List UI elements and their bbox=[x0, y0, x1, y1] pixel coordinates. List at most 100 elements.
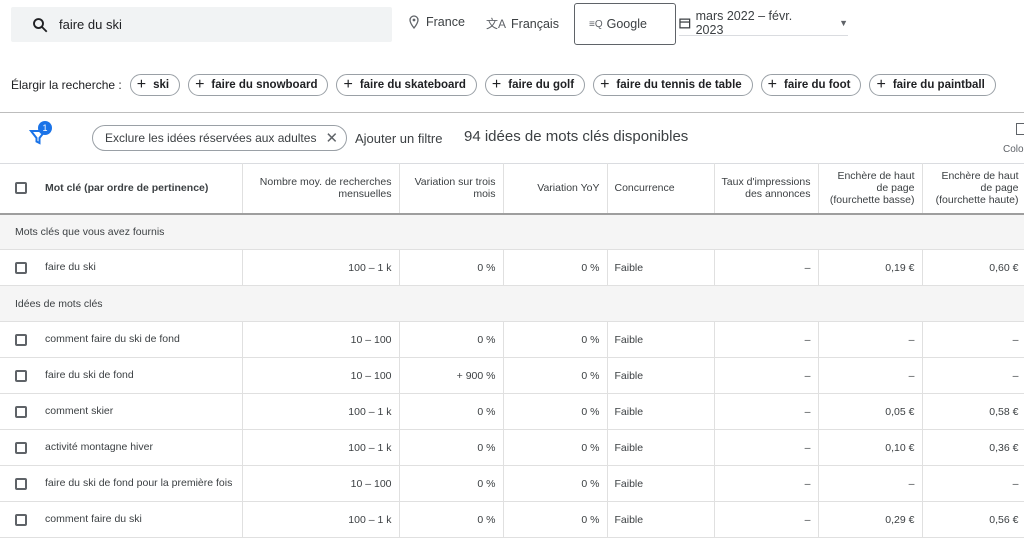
keyword-cell: comment faire du ski bbox=[45, 513, 142, 526]
yoy-change-cell: 0 % bbox=[503, 501, 608, 538]
chip-label: faire du skateboard bbox=[359, 79, 466, 91]
plus-icon: + bbox=[876, 76, 886, 93]
table-row[interactable]: activité montagne hiver 100 – 1 k0 % 0 % Fa… bbox=[0, 429, 1024, 466]
row-checkbox[interactable] bbox=[15, 333, 27, 346]
group-row: Mots clés que vous avez fournis bbox=[0, 213, 1024, 250]
yoy-change-cell: 0 % bbox=[503, 465, 608, 502]
columns-label[interactable]: Colo bbox=[1003, 144, 1024, 155]
impression-share-cell: – bbox=[714, 501, 819, 538]
refine-chip[interactable]: + ski bbox=[129, 74, 181, 96]
three-month-change-header[interactable]: Variation sur trois mois bbox=[399, 163, 504, 215]
plus-icon: + bbox=[767, 76, 778, 93]
table-row[interactable]: comment faire du ski 100 – 1 k0 % 0 % Faibl… bbox=[0, 501, 1024, 538]
search-input[interactable]: faire du ski bbox=[59, 17, 122, 32]
table-row[interactable]: faire du ski de fond 10 – 100 + 900 % 0 % Fa… bbox=[0, 357, 1024, 394]
competition-cell: Faible bbox=[607, 357, 715, 394]
bid-high-header[interactable]: Enchère de haut de page (fourchette haut… bbox=[922, 163, 1024, 215]
impression-share-cell: – bbox=[714, 321, 819, 358]
bid-high-cell: 0,36 € bbox=[922, 429, 1024, 466]
searches-header[interactable]: Nombre moy. de recherches mensuelles bbox=[242, 163, 400, 215]
competition-header[interactable]: Concurrence bbox=[607, 163, 715, 215]
competition-cell: Faible bbox=[607, 465, 715, 502]
close-icon[interactable]: ✕ bbox=[325, 129, 338, 147]
table-row[interactable]: faire du ski de fond pour la première fo… bbox=[0, 465, 1024, 502]
three-month-change-cell: 0 % bbox=[399, 429, 504, 466]
keyword-cell: faire du ski de fond pour la première fo… bbox=[45, 477, 233, 490]
yoy-change-header[interactable]: Variation YoY bbox=[503, 163, 608, 215]
refine-chip[interactable]: + faire du paintball bbox=[869, 74, 996, 96]
three-month-change-cell: + 900 % bbox=[399, 357, 504, 394]
network-selector[interactable]: ≡Q Google bbox=[574, 3, 676, 45]
refine-chip[interactable]: + faire du foot bbox=[760, 74, 862, 96]
row-checkbox[interactable] bbox=[15, 261, 27, 274]
select-all-checkbox[interactable] bbox=[15, 182, 27, 195]
competition-cell: Faible bbox=[607, 501, 715, 538]
add-filter-button[interactable]: Ajouter un filtre bbox=[355, 131, 442, 146]
searches-cell: 10 – 100 bbox=[242, 357, 400, 394]
calendar-icon bbox=[679, 18, 691, 28]
refine-bar: Élargir la recherche : + ski + faire du sn… bbox=[0, 70, 1004, 100]
impression-share-cell: – bbox=[714, 393, 819, 430]
table-header: Mot clé (par ordre de pertinence) Nombre… bbox=[0, 163, 1024, 215]
row-checkbox[interactable] bbox=[15, 477, 27, 490]
competition-cell: Faible bbox=[607, 249, 715, 286]
searches-cell: 100 – 1 k bbox=[242, 429, 400, 466]
yoy-change-cell: 0 % bbox=[503, 321, 608, 358]
searches-cell: 10 – 100 bbox=[242, 321, 400, 358]
filter-bar: 1 Exclure les idées réservées aux adulte… bbox=[0, 113, 1024, 163]
language-label: Français bbox=[511, 16, 559, 31]
ideas-count: 94 idées de mots clés disponibles bbox=[464, 128, 689, 145]
plus-icon: + bbox=[600, 76, 610, 93]
chip-label: faire du tennis de table bbox=[616, 79, 742, 91]
keyword-cell: comment faire du ski de fond bbox=[45, 333, 180, 346]
bid-low-cell: 0,19 € bbox=[818, 249, 923, 286]
impression-share-cell: – bbox=[714, 429, 819, 466]
group-label: Mots clés que vous avez fournis bbox=[0, 213, 1024, 250]
row-checkbox[interactable] bbox=[15, 405, 27, 418]
keyword-header[interactable]: Mot clé (par ordre de pertinence) bbox=[0, 163, 243, 215]
location-label: France bbox=[426, 15, 465, 29]
columns-icon[interactable] bbox=[1016, 123, 1024, 135]
date-range-selector[interactable]: mars 2022 – févr. 2023 ▼ bbox=[679, 8, 848, 37]
keyword-cell: faire du ski de fond bbox=[45, 369, 134, 382]
table-row[interactable]: comment faire du ski de fond 10 – 100 0 % 0… bbox=[0, 321, 1024, 358]
language-selector[interactable]: 文A Français bbox=[486, 15, 559, 32]
network-icon: ≡Q bbox=[589, 18, 603, 30]
refine-label: Élargir la recherche : bbox=[11, 78, 122, 92]
keyword-cell: comment skier bbox=[45, 405, 114, 418]
row-checkbox[interactable] bbox=[15, 513, 27, 526]
adult-filter-chip[interactable]: Exclure les idées réservées aux adultes … bbox=[92, 125, 348, 151]
bid-low-cell: – bbox=[818, 321, 923, 358]
impression-share-cell: – bbox=[714, 357, 819, 394]
row-checkbox[interactable] bbox=[15, 369, 27, 382]
refine-chip[interactable]: + faire du tennis de table bbox=[593, 74, 753, 96]
bid-low-cell: 0,29 € bbox=[818, 501, 923, 538]
refine-chip[interactable]: + faire du golf bbox=[484, 74, 586, 96]
competition-cell: Faible bbox=[607, 393, 715, 430]
top-bar: faire du ski France 文A Français ≡Q Googl… bbox=[0, 0, 1024, 56]
table-row[interactable]: comment skier 100 – 1 k0 % 0 % Faible –0,05 … bbox=[0, 393, 1024, 430]
impression-share-header[interactable]: Taux d'impressions des annonces bbox=[714, 163, 819, 215]
chevron-down-icon: ▼ bbox=[839, 17, 848, 28]
impression-share-cell: – bbox=[714, 465, 819, 502]
three-month-change-cell: 0 % bbox=[399, 393, 504, 430]
chip-label: ski bbox=[153, 79, 170, 91]
translate-icon: 文A bbox=[486, 17, 507, 31]
search-box[interactable]: faire du ski bbox=[11, 7, 392, 42]
competition-cell: Faible bbox=[607, 429, 715, 466]
searches-cell: 100 – 1 k bbox=[242, 249, 400, 286]
location-selector[interactable]: France bbox=[408, 15, 465, 29]
refine-chip[interactable]: + faire du snowboard bbox=[188, 74, 329, 96]
refine-chip[interactable]: + faire du skateboard bbox=[336, 74, 477, 96]
plus-icon: + bbox=[491, 76, 502, 93]
keyword-cell: faire du ski bbox=[45, 261, 96, 274]
plus-icon: + bbox=[343, 76, 353, 93]
date-range-label: mars 2022 – févr. 2023 bbox=[695, 8, 793, 37]
bid-low-header[interactable]: Enchère de haut de page (fourchette bass… bbox=[818, 163, 923, 215]
searches-cell: 10 – 100 bbox=[242, 465, 400, 502]
searches-cell: 100 – 1 k bbox=[242, 501, 400, 538]
bid-low-cell: – bbox=[818, 357, 923, 394]
table-row[interactable]: faire du ski 100 – 1 k0 % 0 % Faible –0,19 €… bbox=[0, 249, 1024, 286]
yoy-change-cell: 0 % bbox=[503, 357, 608, 394]
row-checkbox[interactable] bbox=[15, 441, 27, 454]
